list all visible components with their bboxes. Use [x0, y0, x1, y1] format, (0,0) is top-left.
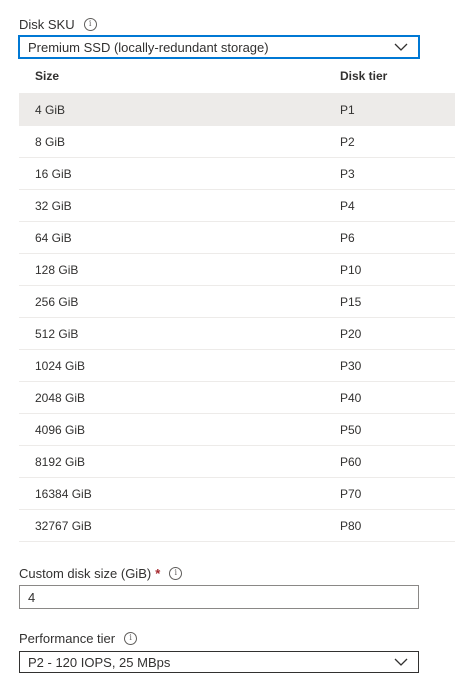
size-cell: 16 GiB — [19, 157, 340, 190]
info-icon[interactable]: i — [169, 566, 183, 580]
size-cell: 32 GiB — [19, 189, 340, 222]
table-row[interactable]: 4096 GiB P50 — [19, 413, 455, 446]
size-cell: 8192 GiB — [19, 445, 340, 478]
disk-size-table: Size Disk tier 4 GiB P1 8 GiB P2 16 GiB P3 32 … — [19, 59, 455, 542]
disk-tier-cell: P2 — [340, 125, 455, 158]
table-row[interactable]: 32 GiB P4 — [19, 189, 455, 222]
performance-tier-label: Performance tier — [19, 630, 116, 646]
size-cell: 4096 GiB — [19, 413, 340, 446]
disk-tier-cell: P40 — [340, 381, 455, 414]
chevron-down-icon — [384, 652, 418, 672]
chevron-down-icon — [384, 37, 418, 57]
table-row[interactable]: 16 GiB P3 — [19, 157, 455, 190]
table-row[interactable]: 1024 GiB P30 — [19, 349, 455, 382]
size-cell: 64 GiB — [19, 221, 340, 254]
size-cell: 8 GiB — [19, 125, 340, 158]
performance-tier-dropdown[interactable]: P2 - 120 IOPS, 25 MBps — [19, 651, 419, 673]
table-row[interactable]: 8 GiB P2 — [19, 125, 455, 158]
table-row[interactable]: 128 GiB P10 — [19, 253, 455, 286]
info-icon[interactable]: i — [83, 17, 97, 31]
table-row[interactable]: 512 GiB P20 — [19, 317, 455, 350]
disk-tier-cell: P80 — [340, 509, 455, 542]
required-indicator: * — [155, 565, 161, 581]
table-body: 4 GiB P1 8 GiB P2 16 GiB P3 32 GiB P4 64 GiB P6 12… — [19, 93, 455, 542]
custom-size-label-row: Custom disk size (GiB) * i — [19, 563, 183, 583]
disk-tier-cell: P3 — [340, 157, 455, 190]
disk-tier-cell: P20 — [340, 317, 455, 350]
table-header-row: Size Disk tier — [19, 59, 455, 94]
table-row[interactable]: 2048 GiB P40 — [19, 381, 455, 414]
custom-size-label: Custom disk size (GiB) — [19, 565, 152, 581]
table-row[interactable]: 4 GiB P1 — [19, 93, 455, 126]
size-cell: 128 GiB — [19, 253, 340, 286]
disk-tier-cell: P15 — [340, 285, 455, 318]
size-cell: 16384 GiB — [19, 477, 340, 510]
size-cell: 32767 GiB — [19, 509, 340, 542]
column-header-size: Size — [19, 59, 340, 94]
info-icon[interactable]: i — [124, 631, 138, 645]
disk-sku-label: Disk SKU — [19, 16, 75, 32]
size-cell: 4 GiB — [19, 93, 340, 126]
custom-size-input[interactable] — [19, 585, 419, 609]
size-cell: 1024 GiB — [19, 349, 340, 382]
disk-tier-cell: P4 — [340, 189, 455, 222]
disk-tier-cell: P60 — [340, 445, 455, 478]
table-row[interactable]: 8192 GiB P60 — [19, 445, 455, 478]
column-header-disk-tier: Disk tier — [340, 59, 455, 94]
disk-sku-dropdown[interactable]: Premium SSD (locally-redundant storage) — [18, 35, 420, 59]
size-cell: 256 GiB — [19, 285, 340, 318]
disk-sku-label-row: Disk SKU i — [19, 14, 97, 34]
disk-tier-cell: P30 — [340, 349, 455, 382]
disk-tier-cell: P1 — [340, 93, 455, 126]
table-row[interactable]: 32767 GiB P80 — [19, 509, 455, 542]
disk-sku-selected-value: Premium SSD (locally-redundant storage) — [28, 39, 269, 55]
disk-tier-cell: P10 — [340, 253, 455, 286]
disk-tier-cell: P6 — [340, 221, 455, 254]
table-row[interactable]: 16384 GiB P70 — [19, 477, 455, 510]
disk-tier-cell: P50 — [340, 413, 455, 446]
performance-tier-label-row: Performance tier i — [19, 628, 138, 648]
size-cell: 512 GiB — [19, 317, 340, 350]
table-row[interactable]: 256 GiB P15 — [19, 285, 455, 318]
disk-tier-cell: P70 — [340, 477, 455, 510]
size-cell: 2048 GiB — [19, 381, 340, 414]
performance-tier-selected-value: P2 - 120 IOPS, 25 MBps — [28, 654, 171, 670]
table-row[interactable]: 64 GiB P6 — [19, 221, 455, 254]
